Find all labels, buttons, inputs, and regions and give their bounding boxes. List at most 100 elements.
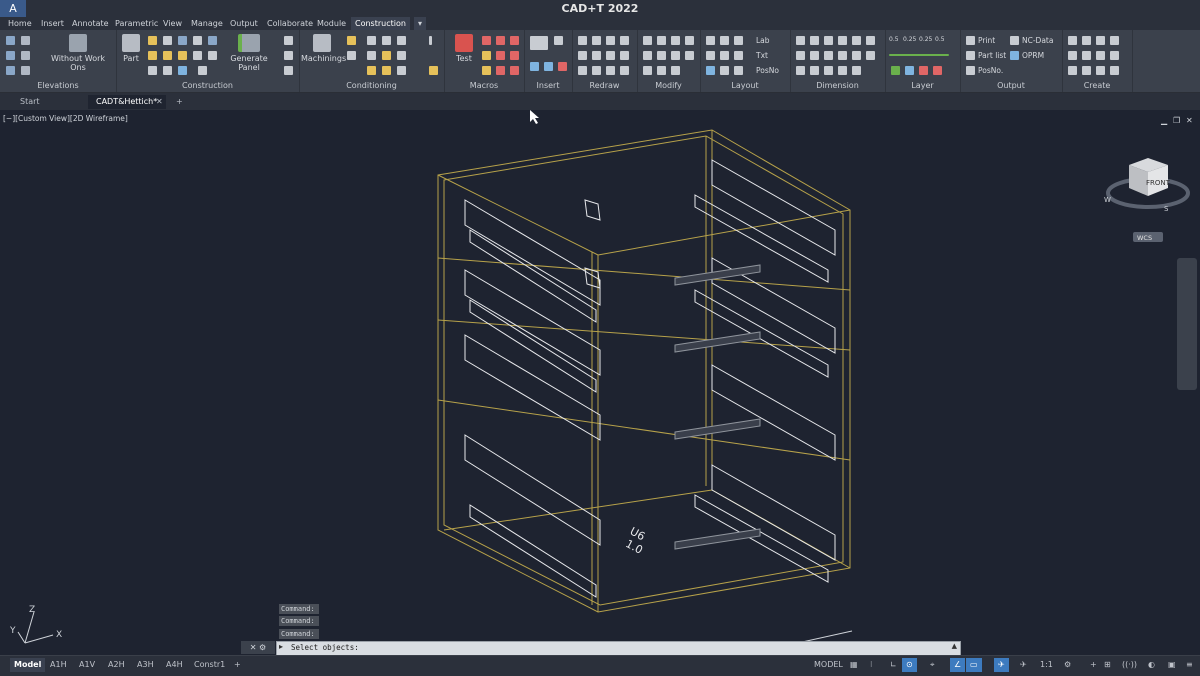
tool-icon[interactable] [620, 66, 629, 75]
tool-icon[interactable] [367, 66, 376, 75]
elevation-icon[interactable] [21, 36, 30, 45]
tool-icon[interactable] [1082, 51, 1091, 60]
tool-icon[interactable] [643, 51, 652, 60]
units-icon[interactable]: ⊞ [1100, 658, 1115, 672]
dim-icon[interactable] [810, 51, 819, 60]
tool-icon[interactable] [397, 66, 406, 75]
layer-line-icon[interactable] [889, 54, 949, 56]
tool-icon[interactable] [347, 36, 356, 45]
tool-icon[interactable] [530, 62, 539, 71]
osnap-icon[interactable]: ⌖ [926, 658, 939, 672]
tool-icon[interactable] [1068, 36, 1077, 45]
dim-icon[interactable] [866, 51, 875, 60]
dim-icon[interactable] [838, 36, 847, 45]
tool-icon[interactable] [620, 51, 629, 60]
tool-icon[interactable] [643, 66, 652, 75]
tool-icon[interactable] [706, 36, 715, 45]
dim-icon[interactable] [838, 51, 847, 60]
layout-tab-a1v[interactable]: A1V [75, 658, 99, 672]
tool-icon[interactable] [178, 36, 187, 45]
model-space-toggle[interactable]: MODEL [810, 658, 847, 672]
tool-icon[interactable] [397, 51, 406, 60]
dim-icon[interactable] [824, 36, 833, 45]
tool-icon[interactable] [734, 66, 743, 75]
doc-tab-start[interactable]: Start [12, 95, 88, 109]
tool-icon[interactable] [284, 66, 293, 75]
tool-icon[interactable] [720, 36, 729, 45]
txt-button[interactable]: Txt [756, 51, 768, 60]
dim-icon[interactable] [796, 36, 805, 45]
command-expand-icon[interactable]: ▲ [952, 642, 957, 650]
macro-icon[interactable] [510, 36, 519, 45]
clean-screen-icon[interactable]: ▣ [1164, 658, 1180, 672]
tool-icon[interactable] [429, 66, 438, 75]
tool-icon[interactable] [1096, 66, 1105, 75]
dim-icon[interactable] [824, 66, 833, 75]
tool-icon[interactable] [1096, 51, 1105, 60]
tool-icon[interactable] [1068, 51, 1077, 60]
dim-value-3[interactable]: 0.25 [919, 36, 932, 43]
tool-icon[interactable] [1082, 66, 1091, 75]
tool-icon[interactable] [148, 66, 157, 75]
layout-tab-a4h[interactable]: A4H [162, 658, 187, 672]
dim-icon[interactable] [810, 36, 819, 45]
elevation-icon[interactable] [6, 36, 15, 45]
macro-icon[interactable] [482, 66, 491, 75]
dim-icon[interactable] [824, 51, 833, 60]
part-button[interactable]: Part [118, 34, 144, 63]
macro-icon[interactable] [510, 51, 519, 60]
move-icon[interactable] [643, 36, 652, 45]
elevation-icon[interactable] [6, 66, 15, 75]
tool-icon[interactable] [163, 66, 172, 75]
close-tab-icon[interactable]: ✕ [154, 95, 165, 109]
posno-output-button[interactable]: PosNo. [978, 66, 1003, 75]
layer-icon[interactable] [919, 66, 928, 75]
dim-value-1[interactable]: 0.5 [889, 36, 899, 43]
line-icon[interactable] [578, 36, 587, 45]
command-line[interactable]: ▸ Select objects: ▲ [276, 641, 961, 656]
text-icon[interactable] [578, 66, 587, 75]
tab-parametric[interactable]: Parametric [111, 17, 162, 30]
layout-tab-constr1[interactable]: Constr1 [190, 658, 229, 672]
layer-icon[interactable] [905, 66, 914, 75]
layer-icon[interactable] [891, 66, 900, 75]
tool-icon[interactable] [685, 36, 694, 45]
tool-icon[interactable] [284, 36, 293, 45]
tool-icon[interactable] [382, 51, 391, 60]
without-work-ons-button[interactable]: Without Work Ons [44, 34, 112, 72]
print-button[interactable]: Print [978, 36, 995, 45]
isolate-icon[interactable]: ◐ [1144, 658, 1159, 672]
transparency-icon[interactable]: ▭ [966, 658, 982, 672]
dim-icon[interactable] [796, 66, 805, 75]
tool-icon[interactable] [1110, 66, 1119, 75]
tool-icon[interactable] [429, 36, 432, 45]
dim-icon[interactable] [796, 51, 805, 60]
tool-icon[interactable] [178, 66, 187, 75]
tool-icon[interactable] [178, 51, 187, 60]
layout-tab-a1h[interactable]: A1H [46, 658, 71, 672]
dim-icon[interactable] [852, 66, 861, 75]
dim-value-4[interactable]: 0.5 [935, 36, 945, 43]
oprm-button[interactable]: OPRM [1022, 51, 1044, 60]
polyline-icon[interactable] [592, 36, 601, 45]
layout-tab-a2h[interactable]: A2H [104, 658, 129, 672]
tab-module[interactable]: Module [313, 17, 350, 30]
add-icon[interactable]: + [1086, 658, 1101, 672]
nc-data-button[interactable]: NC-Data [1022, 36, 1053, 45]
tool-icon[interactable] [1096, 36, 1105, 45]
hardware-icon[interactable]: ((·)) [1118, 658, 1141, 672]
tab-collaborate[interactable]: Collaborate [263, 17, 317, 30]
polar-icon[interactable]: ⊙ [902, 658, 917, 672]
insert-block-icon[interactable] [530, 36, 548, 50]
dim-icon[interactable] [838, 66, 847, 75]
rotate-icon[interactable] [657, 36, 666, 45]
snap-icon[interactable]: ⁝ [866, 658, 877, 672]
tab-construction[interactable]: Construction [351, 17, 410, 30]
machinings-button[interactable]: Machinings [301, 34, 346, 63]
generate-panel-button[interactable]: Generate Panel [220, 34, 278, 72]
tab-annotate[interactable]: Annotate [68, 17, 113, 30]
posno-button[interactable]: PosNo [756, 66, 779, 75]
ribbon-options-icon[interactable]: ▾ [414, 17, 427, 30]
tool-icon[interactable] [208, 36, 217, 45]
tool-icon[interactable] [148, 51, 157, 60]
